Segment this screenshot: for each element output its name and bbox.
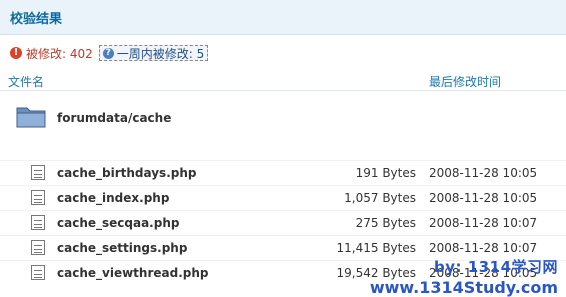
- file-modified-time: 2008-11-28 10:05: [429, 191, 538, 205]
- folder-row: forumdata/cache: [0, 98, 566, 138]
- page-title: 校验结果: [10, 12, 63, 27]
- file-size: 11,415 Bytes: [336, 241, 416, 255]
- file-name: cache_settings.php: [57, 241, 188, 255]
- file-size: 191 Bytes: [355, 166, 416, 180]
- watermark-author: by: 1314学习网: [434, 258, 558, 276]
- column-header-modified-time[interactable]: 最后修改时间: [429, 73, 501, 90]
- panel-header: 校验结果: [0, 0, 566, 35]
- table-row: cache_index.php 1,057 Bytes 2008-11-28 1…: [0, 185, 566, 210]
- file-icon: [31, 215, 45, 230]
- week-modified-count: 一周内被修改: 5: [116, 46, 205, 61]
- file-name: cache_viewthread.php: [57, 266, 209, 280]
- file-name: cache_index.php: [57, 191, 170, 205]
- warning-icon: !: [10, 47, 22, 59]
- table-row: cache_secqaa.php 275 Bytes 2008-11-28 10…: [0, 210, 566, 235]
- file-icon: [31, 190, 45, 205]
- info-icon: ?: [102, 47, 114, 59]
- file-icon: [31, 240, 45, 255]
- site-watermark: by: 1314学习网 www.1314Study.com: [370, 256, 558, 297]
- table-header: 文件名 最后修改时间: [0, 70, 566, 91]
- check-summary: ! 被修改: 402 ? 一周内被修改: 5: [10, 44, 209, 62]
- file-modified-time: 2008-11-28 10:05: [429, 166, 538, 180]
- file-size: 1,057 Bytes: [344, 191, 416, 205]
- watermark-url: www.1314Study.com: [369, 278, 558, 297]
- file-name: cache_secqaa.php: [57, 216, 180, 230]
- file-modified-time: 2008-11-28 10:07: [429, 241, 538, 255]
- file-modified-time: 2008-11-28 10:07: [429, 216, 538, 230]
- file-icon: [31, 265, 45, 280]
- file-size: 275 Bytes: [355, 216, 416, 230]
- folder-icon: [16, 107, 46, 128]
- file-icon: [31, 165, 45, 180]
- modified-count: 被修改: 402: [26, 46, 93, 61]
- file-name: cache_birthdays.php: [57, 166, 197, 180]
- table-row: cache_birthdays.php 191 Bytes 2008-11-28…: [0, 160, 566, 185]
- week-modified-toggle[interactable]: ? 一周内被修改: 5: [98, 45, 209, 61]
- column-header-filename[interactable]: 文件名: [8, 73, 44, 90]
- folder-path: forumdata/cache: [57, 111, 172, 125]
